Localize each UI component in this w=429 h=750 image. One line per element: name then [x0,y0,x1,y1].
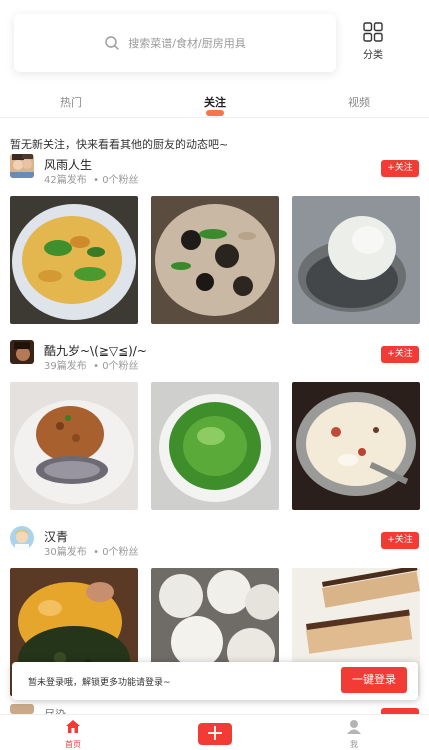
login-prompt-banner: 暂未登录哦，解锁更多功能请登录~ 一键登录 [12,662,418,700]
recipe-photo[interactable] [292,382,420,510]
posts-count: 30篇发布 [44,547,87,558]
user-stats: 42篇发布 • 0个粉丝 [44,171,139,186]
search-bar[interactable]: 搜索菜谱/食材/厨房用具 [14,14,336,72]
recipe-photo[interactable] [151,382,279,510]
posts-count: 39篇发布 [44,361,87,372]
user-stats: 39篇发布 • 0个粉丝 [44,357,139,372]
no-follow-notice: 暂无新关注，快来看看其他的厨友的动态吧~ [10,138,229,151]
home-icon [66,720,80,733]
search-placeholder: 搜索菜谱/食材/厨房用具 [128,37,246,50]
follow-button[interactable]: +关注 [381,160,419,177]
tab-following[interactable]: 关注 [204,94,226,110]
nav-me[interactable]: 我 [339,719,369,750]
feed-tabs: 热门 关注 视频 [0,88,429,118]
nav-me-label: 我 [350,740,358,749]
search-icon [105,36,119,50]
avatar[interactable] [10,526,34,550]
stats-separator: • [93,361,99,372]
bottom-nav: 首页 + 我 [0,714,429,750]
recipe-photo[interactable] [10,382,138,510]
tab-active-indicator [206,110,224,116]
photo-row [10,382,420,510]
nav-home-label: 首页 [65,740,81,749]
avatar[interactable] [10,340,34,364]
category-button[interactable]: 分类 [352,22,394,66]
recipe-photo[interactable] [151,196,279,324]
nav-home[interactable]: 首页 [56,719,90,750]
recipe-photo[interactable] [10,196,138,324]
photo-row [10,196,420,324]
recipe-photo[interactable] [292,196,420,324]
fans-count: 0个粉丝 [102,547,139,558]
stats-separator: • [93,547,99,558]
stats-separator: • [93,175,99,186]
user-stats: 30篇发布 • 0个粉丝 [44,543,139,558]
user-icon [347,720,361,734]
tab-video[interactable]: 视频 [348,94,370,110]
grid-icon [363,22,383,42]
top-bar: 搜索菜谱/食材/厨房用具 分类 [0,0,429,88]
quick-login-button[interactable]: 一键登录 [341,667,407,693]
fans-count: 0个粉丝 [102,175,139,186]
posts-count: 42篇发布 [44,175,87,186]
avatar[interactable] [10,154,34,178]
login-prompt-text: 暂未登录哦，解锁更多功能请登录~ [28,678,171,688]
tab-hot[interactable]: 热门 [60,94,82,110]
add-recipe-button[interactable]: + [198,723,232,745]
follow-button[interactable]: +关注 [381,532,419,549]
follow-button[interactable]: +关注 [381,346,419,363]
category-label: 分类 [363,50,383,61]
fans-count: 0个粉丝 [102,361,139,372]
avatar[interactable] [10,704,34,714]
